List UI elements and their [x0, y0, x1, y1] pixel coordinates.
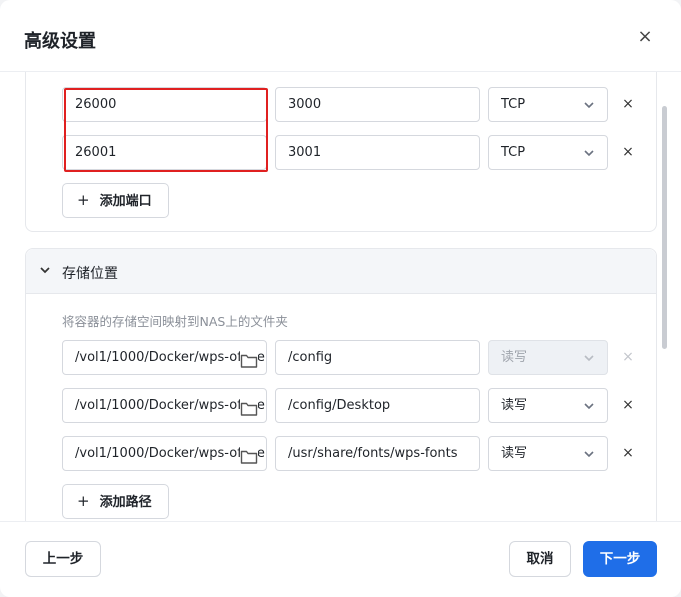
settings-scroll-area[interactable]: 26000 3000 TCP × 26001 3001 TCP × + 添加端口: [0, 72, 681, 521]
protocol-value: TCP: [501, 145, 526, 160]
mode-value: 读写: [501, 446, 528, 461]
scrollbar[interactable]: [662, 106, 667, 349]
add-port-label: 添加端口: [99, 194, 152, 209]
cancel-button[interactable]: 取消: [509, 541, 571, 577]
remove-port-button[interactable]: ×: [620, 96, 636, 112]
add-path-button[interactable]: + 添加路径: [62, 484, 169, 519]
host-path-value: /vol1/1000/Docker/wps-office: [75, 350, 265, 365]
protocol-select[interactable]: TCP: [488, 135, 608, 170]
container-port-input[interactable]: 3000: [275, 87, 480, 122]
chevron-down-icon: [583, 88, 595, 121]
host-path-input[interactable]: /vol1/1000/Docker/wps-office: [62, 340, 267, 375]
chevron-down-icon[interactable]: [38, 264, 52, 278]
protocol-select[interactable]: TCP: [488, 87, 608, 122]
remove-port-button[interactable]: ×: [620, 144, 636, 160]
previous-step-button[interactable]: 上一步: [25, 541, 101, 577]
mode-select[interactable]: 读写: [488, 436, 608, 471]
add-path-label: 添加路径: [99, 495, 152, 510]
mode-select: 读写: [488, 340, 608, 375]
footer-divider: [0, 521, 681, 522]
container-path-input[interactable]: /config/Desktop: [275, 388, 480, 423]
port-mapping-section: 26000 3000 TCP × 26001 3001 TCP × + 添加端口: [25, 72, 657, 232]
close-icon[interactable]: ×: [634, 26, 656, 48]
folder-icon[interactable]: [240, 445, 258, 464]
mode-select[interactable]: 读写: [488, 388, 608, 423]
dialog-title: 高级设置: [24, 31, 96, 52]
folder-icon[interactable]: [240, 349, 258, 368]
container-path-input[interactable]: /config: [275, 340, 480, 375]
storage-section-header[interactable]: 存储位置: [26, 249, 656, 294]
mode-value: 读写: [501, 398, 528, 413]
chevron-down-icon: [583, 341, 595, 374]
chevron-down-icon: [583, 136, 595, 169]
storage-hint: 将容器的存储空间映射到NAS上的文件夹: [62, 314, 288, 329]
host-port-input[interactable]: 26001: [62, 135, 267, 170]
remove-path-button[interactable]: ×: [620, 445, 636, 461]
mode-value: 读写: [501, 350, 528, 365]
remove-path-button[interactable]: ×: [620, 397, 636, 413]
host-path-value: /vol1/1000/Docker/wps-office: [75, 446, 265, 461]
host-path-input[interactable]: /vol1/1000/Docker/wps-office: [62, 436, 267, 471]
folder-icon[interactable]: [240, 397, 258, 416]
host-path-input[interactable]: /vol1/1000/Docker/wps-office: [62, 388, 267, 423]
remove-path-button: ×: [622, 349, 634, 365]
next-step-button[interactable]: 下一步: [583, 541, 657, 577]
host-path-value: /vol1/1000/Docker/wps-office: [75, 398, 265, 413]
advanced-settings-dialog: 高级设置 × 26000 3000 TCP × 26001 3001 TCP ×…: [0, 0, 681, 597]
storage-section-title: 存储位置: [62, 266, 118, 282]
protocol-value: TCP: [501, 97, 526, 112]
host-port-input[interactable]: 26000: [62, 87, 267, 122]
add-port-button[interactable]: + 添加端口: [62, 183, 169, 218]
plus-icon: +: [77, 191, 90, 209]
container-port-input[interactable]: 3001: [275, 135, 480, 170]
chevron-down-icon: [583, 437, 595, 470]
plus-icon: +: [77, 492, 90, 510]
container-path-input[interactable]: /usr/share/fonts/wps-fonts: [275, 436, 480, 471]
chevron-down-icon: [583, 389, 595, 422]
storage-section: 存储位置: [25, 248, 657, 521]
